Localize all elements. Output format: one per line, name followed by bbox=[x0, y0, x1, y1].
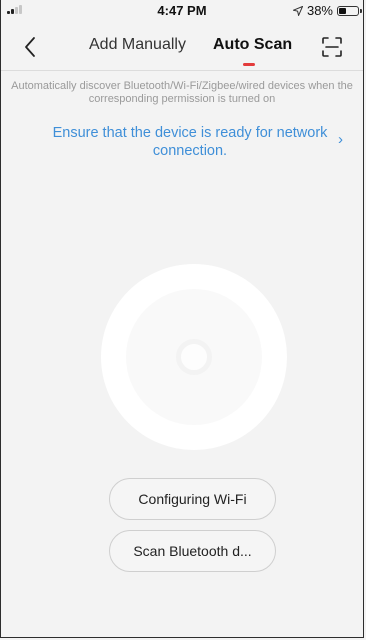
battery-percentage: 38% bbox=[306, 3, 333, 18]
scan-frame-icon bbox=[322, 37, 342, 57]
chevron-left-icon bbox=[25, 37, 35, 57]
app-screen: 4:47 PM 38% Add Manually Auto Scan Autom… bbox=[0, 0, 364, 638]
battery-icon bbox=[337, 5, 362, 16]
device-ready-link[interactable]: Ensure that the device is ready for netw… bbox=[41, 124, 339, 160]
tab-add-manually[interactable]: Add Manually bbox=[89, 36, 186, 54]
status-bar: 4:47 PM 38% bbox=[1, 0, 363, 20]
back-button[interactable] bbox=[21, 35, 41, 59]
scan-bluetooth-button[interactable]: Scan Bluetooth d... bbox=[109, 530, 276, 572]
radar-core bbox=[176, 339, 212, 375]
top-navigation: Add Manually Auto Scan bbox=[1, 24, 363, 71]
configure-wifi-button[interactable]: Configuring Wi-Fi bbox=[109, 478, 276, 520]
scanning-radar-graphic bbox=[101, 264, 287, 450]
location-arrow-icon bbox=[292, 5, 303, 16]
discovery-hint-text: Automatically discover Bluetooth/Wi-Fi/Z… bbox=[11, 80, 353, 105]
chevron-right-icon[interactable]: › bbox=[338, 131, 343, 148]
scan-code-button[interactable] bbox=[321, 36, 343, 58]
tab-auto-scan[interactable]: Auto Scan bbox=[213, 36, 292, 54]
active-tab-indicator bbox=[243, 63, 255, 66]
status-right-group: 38% bbox=[292, 3, 362, 18]
